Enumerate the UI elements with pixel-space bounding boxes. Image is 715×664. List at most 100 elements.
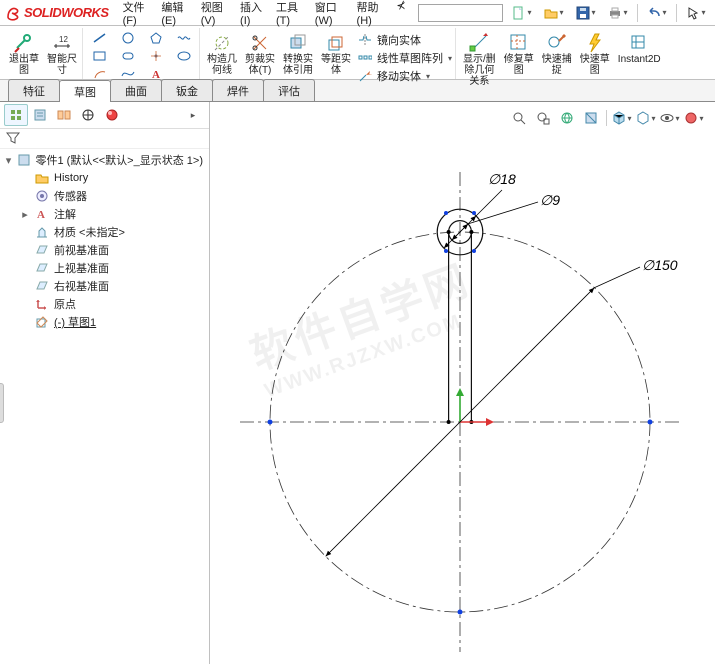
instant2d-icon [628, 32, 650, 54]
menu-view[interactable]: 视图(V) [197, 0, 234, 29]
command-search-input[interactable] [418, 4, 503, 22]
side-tab-feature-tree[interactable] [4, 104, 28, 126]
print-button[interactable]: ▾ [603, 3, 633, 23]
save-icon [576, 6, 590, 20]
linear-pattern-button[interactable]: 线性草图阵列▾ [357, 50, 452, 66]
smart-dimension-button[interactable]: 12 智能尺 寸 [45, 30, 79, 76]
line-tool[interactable] [88, 30, 112, 46]
graphics-area[interactable]: ▾ ▾ ▾ ▾ 软件自学网 WWW.RJZXW.COM [210, 102, 715, 664]
ribbon-label: 构造几 何线 [207, 54, 237, 76]
side-tab-display[interactable] [100, 104, 124, 126]
tree-right-plane[interactable]: 右视基准面 [20, 277, 205, 295]
exit-sketch-button[interactable]: 退出草 图 [7, 30, 41, 76]
side-tab-property-manager[interactable] [28, 104, 52, 126]
ribbon-label: 显示/删 除几何 关系 [463, 54, 496, 87]
dimension-d9[interactable]: ∅9 [540, 192, 560, 208]
arc-icon [93, 68, 107, 80]
tree-sensors[interactable]: 传感器 [20, 187, 205, 205]
tree-sketch1[interactable]: (-) 草图1 [20, 313, 205, 331]
side-tab-dimxpert[interactable] [76, 104, 100, 126]
tree-filter-bar [0, 129, 209, 149]
quick-snap-button[interactable]: 快速捕 捉 [540, 30, 574, 76]
tree-top-plane[interactable]: 上视基准面 [20, 259, 205, 277]
polygon-tool[interactable] [144, 30, 168, 46]
previous-view-button[interactable] [556, 108, 578, 128]
ellipse-tool[interactable] [172, 48, 196, 64]
ribbon-group-draw-tools: A [85, 28, 200, 79]
menu-overflow[interactable]: ⊀ [392, 0, 409, 29]
rectangle-tool[interactable] [88, 48, 112, 64]
tab-weldment[interactable]: 焊件 [212, 79, 264, 101]
tab-sketch[interactable]: 草图 [59, 80, 111, 102]
qa-separator [676, 4, 677, 22]
origin-icon [34, 296, 50, 312]
save-button[interactable]: ▾ [571, 3, 601, 23]
tree-annotations[interactable]: ▸ A 注解 [20, 205, 205, 223]
menu-help[interactable]: 帮助(H) [353, 0, 391, 29]
app-logo: SOLIDWORKS [4, 5, 115, 21]
side-tab-flyout[interactable]: ▸ [181, 104, 205, 126]
tab-sheetmetal[interactable]: 钣金 [161, 79, 213, 101]
display-relations-button[interactable]: 显示/删 除几何 关系 [461, 30, 498, 87]
panel-splitter[interactable] [0, 383, 4, 423]
sketch-svg: ∅150 ∅18 ∅9 [210, 102, 715, 664]
line-icon [93, 32, 107, 44]
tree-origin[interactable]: 原点 [20, 295, 205, 313]
open-button[interactable]: ▾ [539, 3, 569, 23]
side-tabstrip: ▸ [0, 102, 209, 129]
zoom-to-fit-button[interactable] [508, 108, 530, 128]
wave-tool[interactable] [172, 30, 196, 46]
dimension-d150[interactable]: ∅150 [642, 257, 678, 273]
menu-edit[interactable]: 编辑(E) [157, 0, 194, 29]
tree-front-plane[interactable]: 前视基准面 [20, 241, 205, 259]
tab-evaluate[interactable]: 评估 [263, 79, 315, 101]
menu-tools[interactable]: 工具(T) [272, 0, 309, 29]
folder-open-icon [544, 6, 558, 20]
offset-entities-button[interactable]: 等距实 体 [319, 30, 353, 76]
expand-icon[interactable]: ▸ [20, 208, 30, 221]
undo-button[interactable]: ▾ [642, 3, 672, 23]
undo-icon [647, 6, 661, 20]
trim-entities-button[interactable]: 剪裁实 体(T) [243, 30, 277, 76]
menu-file[interactable]: 文件(F) [119, 0, 156, 29]
menu-insert[interactable]: 插入(I) [236, 0, 270, 29]
configuration-icon [57, 108, 71, 122]
magnifier-icon [512, 111, 526, 125]
ribbon-label: Instant2D [618, 54, 661, 65]
circle-tool[interactable] [116, 30, 140, 46]
repair-sketch-button[interactable]: 修复草 图 [502, 30, 536, 76]
rapid-sketch-button[interactable]: 快速草 图 [578, 30, 612, 76]
move-icon [357, 68, 373, 84]
construction-geometry-button[interactable]: 构造几 何线 [205, 30, 239, 76]
point-tool[interactable] [144, 48, 168, 64]
tree-history[interactable]: History [20, 169, 205, 187]
tree-label: 前视基准面 [54, 242, 109, 258]
plane-icon [34, 260, 50, 276]
cube-icon [612, 111, 626, 125]
display-style-button[interactable]: ▾ [635, 108, 657, 128]
hide-show-button[interactable]: ▾ [659, 108, 681, 128]
print-icon [608, 6, 622, 20]
side-tab-configuration[interactable] [52, 104, 76, 126]
tree-root[interactable]: ▾ 零件1 (默认<<默认>_显示状态 1>) [4, 151, 205, 169]
mirror-entities-button[interactable]: 镜向实体 [357, 32, 452, 48]
new-doc-button[interactable]: ▾ [507, 3, 537, 23]
polygon-icon [149, 32, 163, 44]
tab-features[interactable]: 特征 [8, 79, 60, 101]
section-view-button[interactable] [580, 108, 602, 128]
move-entities-button[interactable]: 移动实体▾ [357, 68, 452, 84]
tree-material[interactable]: 材质 <未指定> [20, 223, 205, 241]
convert-entities-button[interactable]: 转换实 体引用 [281, 30, 315, 76]
menu-window[interactable]: 窗口(W) [311, 0, 351, 29]
slot-tool[interactable] [116, 48, 140, 64]
dimension-d18[interactable]: ∅18 [488, 171, 516, 187]
zoom-to-area-button[interactable] [532, 108, 554, 128]
instant2d-button[interactable]: Instant2D [616, 30, 663, 65]
flyout-icon: ▸ [191, 110, 196, 121]
tab-surface[interactable]: 曲面 [110, 79, 162, 101]
feature-tree: ▾ 零件1 (默认<<默认>_显示状态 1>) History 传感器 ▸ A [0, 149, 209, 664]
view-orientation-button[interactable]: ▾ [611, 108, 633, 128]
appearance-button[interactable]: ▾ [683, 108, 705, 128]
sketch-icon [34, 314, 50, 330]
select-button[interactable]: ▾ [681, 3, 711, 23]
